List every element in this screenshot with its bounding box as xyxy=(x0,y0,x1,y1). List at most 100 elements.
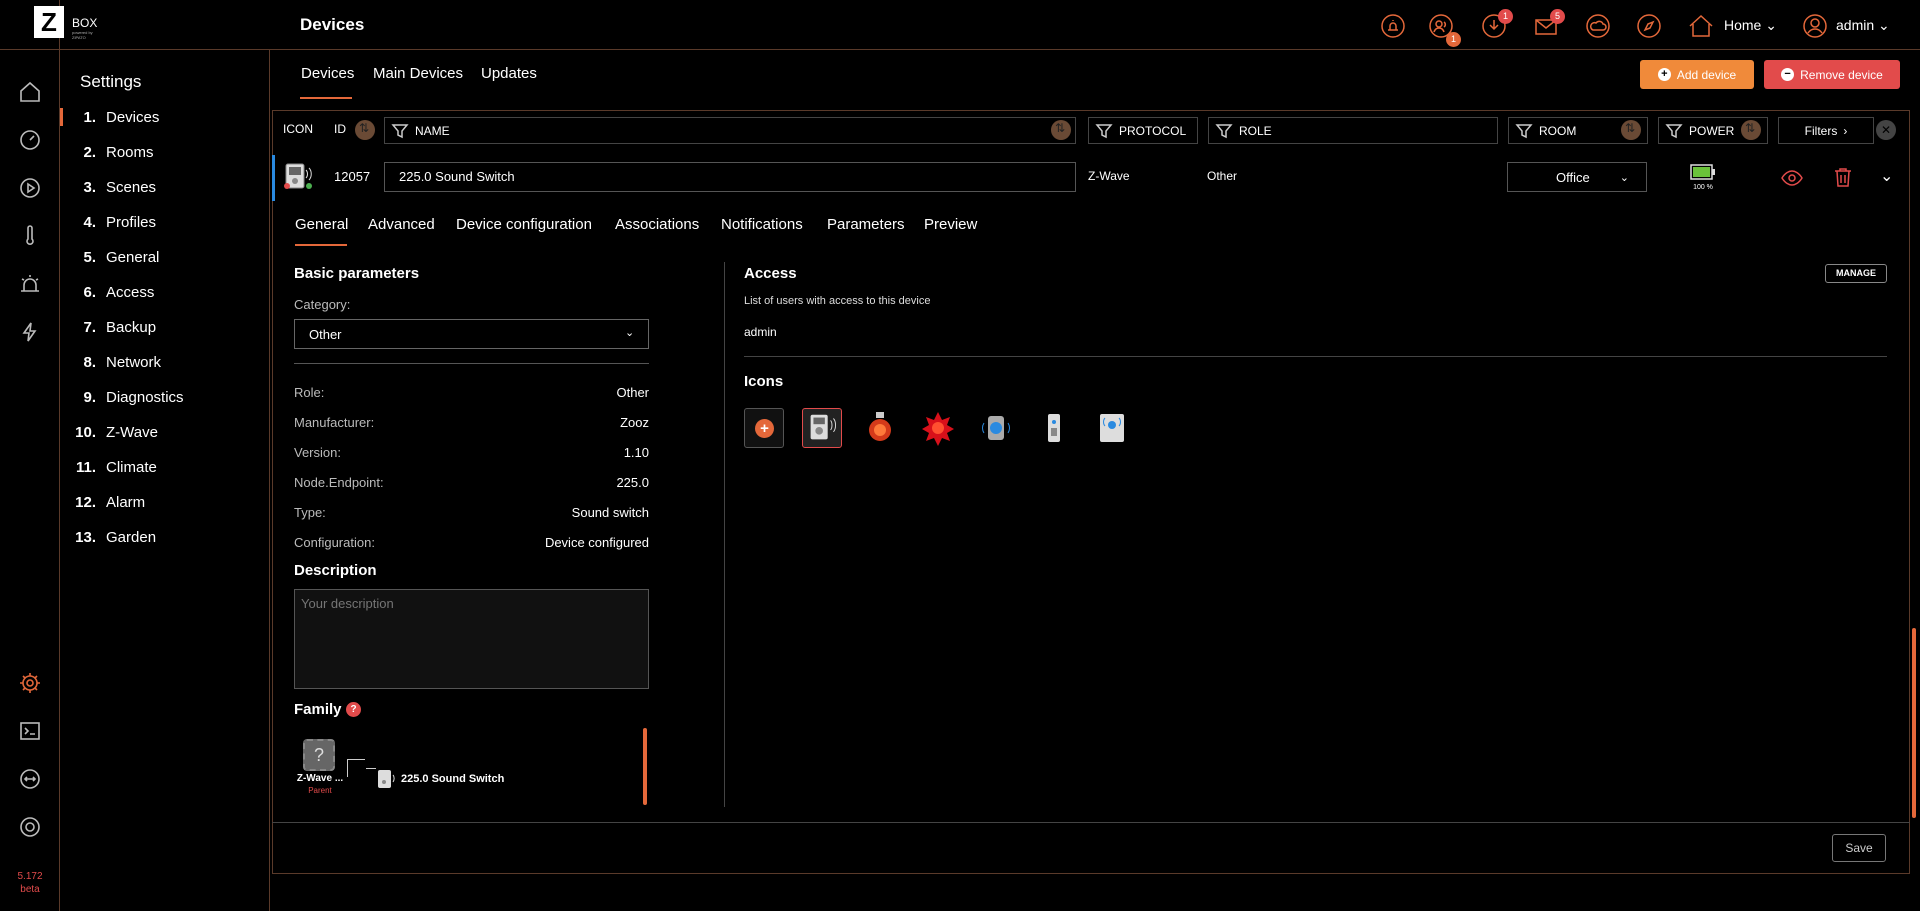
category-select[interactable]: Other ⌄ xyxy=(294,319,649,349)
nav-item-number: 8. xyxy=(83,353,96,371)
settings-nav-item-backup[interactable]: 7. Backup xyxy=(60,312,270,342)
device-name-field[interactable]: 225.0 Sound Switch xyxy=(384,162,1076,192)
alarm-icon[interactable] xyxy=(1380,13,1406,39)
alarm-siren-icon[interactable] xyxy=(18,272,42,296)
icon-rail: Z BOX powered by ZIPATO 5.172 beta xyxy=(0,0,97,911)
dashboard-icon[interactable] xyxy=(18,128,42,152)
manage-button[interactable]: MANAGE xyxy=(1825,264,1887,283)
nav-item-label: Profiles xyxy=(106,213,157,231)
tab-associations[interactable]: Associations xyxy=(615,216,699,233)
add-device-button[interactable]: + Add device xyxy=(1640,60,1754,89)
help-icon[interactable]: ? xyxy=(346,702,361,717)
basic-parameters-title: Basic parameters xyxy=(294,265,420,282)
name-filter[interactable]: NAME xyxy=(384,117,1076,144)
tab-preview[interactable]: Preview xyxy=(924,216,977,233)
family-title: Family xyxy=(294,701,342,718)
user-avatar-icon[interactable] xyxy=(1802,13,1828,39)
users-badge: 1 xyxy=(1446,32,1461,47)
filters-button[interactable]: Filters › xyxy=(1778,117,1874,144)
settings-nav-item-network[interactable]: 8. Network xyxy=(60,347,270,377)
tab-advanced[interactable]: Advanced xyxy=(368,216,435,233)
settings-nav-item-garden[interactable]: 13. Garden xyxy=(60,522,270,552)
icon-option-sound-switch[interactable] xyxy=(802,408,842,448)
sort-name-icon[interactable] xyxy=(1051,120,1071,140)
tab-parameters[interactable]: Parameters xyxy=(827,216,905,233)
sort-power-icon[interactable] xyxy=(1741,120,1761,140)
support-icon[interactable] xyxy=(18,815,42,839)
weather-icon[interactable] xyxy=(1585,13,1611,39)
collapse-chevron-icon[interactable]: ⌄ xyxy=(1880,166,1893,186)
protocol-filter[interactable]: PROTOCOL xyxy=(1088,117,1198,144)
add-icon-button[interactable]: + xyxy=(744,408,784,448)
remove-device-button[interactable]: − Remove device xyxy=(1764,60,1900,89)
icon-option-siren[interactable] xyxy=(918,408,958,448)
description-input[interactable] xyxy=(294,589,649,689)
param-label: Node.Endpoint: xyxy=(294,475,384,490)
settings-nav-item-general[interactable]: 5. General xyxy=(60,242,270,272)
eye-icon[interactable] xyxy=(1780,166,1804,190)
chevron-down-icon: ⌄ xyxy=(1878,17,1890,33)
clear-filters-icon[interactable]: ✕ xyxy=(1876,120,1896,140)
tab-device-configuration[interactable]: Device configuration xyxy=(456,216,592,233)
tab-main-devices[interactable]: Main Devices xyxy=(373,65,463,82)
icon-option-remote[interactable] xyxy=(1034,408,1074,448)
save-button[interactable]: Save xyxy=(1832,834,1886,862)
param-value: Device configured xyxy=(544,535,649,550)
home-icon[interactable] xyxy=(1688,13,1714,39)
home-selector[interactable]: Home ⌄ xyxy=(1724,17,1777,34)
family-connector xyxy=(347,759,365,777)
icon-option-speaker[interactable] xyxy=(976,408,1016,448)
room-select[interactable]: Office ⌄ xyxy=(1507,162,1647,192)
tab-general[interactable]: General xyxy=(295,216,348,233)
nav-item-number: 12. xyxy=(75,493,96,511)
nav-item-label: Access xyxy=(106,283,155,301)
tab-devices[interactable]: Devices xyxy=(301,65,354,82)
room-color-swatch xyxy=(1516,169,1552,185)
scenes-icon[interactable] xyxy=(18,176,42,200)
icon-option-wall-switch[interactable] xyxy=(1092,408,1132,448)
sort-room-icon[interactable] xyxy=(1621,120,1641,140)
nav-item-label: Diagnostics xyxy=(106,388,184,406)
plus-icon: + xyxy=(1657,68,1671,81)
icon-option-red-light[interactable] xyxy=(860,408,900,448)
family-scrollbar[interactable] xyxy=(643,728,647,805)
page-scrollbar[interactable] xyxy=(1912,628,1916,818)
energy-icon[interactable] xyxy=(18,320,42,344)
settings-nav-item-diagnostics[interactable]: 9. Diagnostics xyxy=(60,382,270,412)
user-menu[interactable]: admin ⌄ xyxy=(1836,17,1890,34)
settings-gear-icon[interactable] xyxy=(18,671,42,695)
minus-icon: − xyxy=(1781,68,1795,81)
nav-item-number: 2. xyxy=(83,143,96,161)
settings-nav-item-access[interactable]: 6. Access xyxy=(60,277,270,307)
icons-title: Icons xyxy=(744,373,784,390)
family-parent-name: Z-Wave ... xyxy=(296,773,344,784)
thermometer-icon[interactable] xyxy=(18,224,42,248)
settings-nav-item-devices[interactable]: 1. Devices xyxy=(60,102,270,132)
settings-nav-item-scenes[interactable]: 3. Scenes xyxy=(60,172,270,202)
tab-notifications[interactable]: Notifications xyxy=(721,216,803,233)
nav-item-label: General xyxy=(106,248,160,266)
settings-nav-item-rooms[interactable]: 2. Rooms xyxy=(60,137,270,167)
mail-badge: 5 xyxy=(1550,9,1565,24)
terminal-icon[interactable] xyxy=(18,719,42,743)
settings-nav-item-alarm[interactable]: 12. Alarm xyxy=(60,487,270,517)
home-icon[interactable] xyxy=(18,80,42,104)
nav-item-number: 10. xyxy=(75,423,96,441)
compass-icon[interactable] xyxy=(1636,13,1662,39)
version-label: 5.172 beta xyxy=(17,871,43,895)
description-title: Description xyxy=(294,562,377,579)
role-filter[interactable]: ROLE xyxy=(1208,117,1498,144)
nav-item-label: Rooms xyxy=(106,143,154,161)
sort-id-icon[interactable] xyxy=(355,120,375,140)
device-protocol: Z-Wave xyxy=(1088,169,1130,183)
settings-nav-item-z-wave[interactable]: 10. Z-Wave xyxy=(60,417,270,447)
settings-nav-item-climate[interactable]: 11. Climate xyxy=(60,452,270,482)
nav-item-number: 5. xyxy=(83,248,96,266)
tab-updates[interactable]: Updates xyxy=(481,65,537,82)
settings-nav-item-profiles[interactable]: 4. Profiles xyxy=(60,207,270,237)
trash-icon[interactable] xyxy=(1832,166,1854,188)
settings-title: Settings xyxy=(80,72,142,91)
nav-item-label: Scenes xyxy=(106,178,157,196)
api-icon[interactable] xyxy=(18,767,42,791)
family-parent-tag: Parent xyxy=(308,786,332,795)
